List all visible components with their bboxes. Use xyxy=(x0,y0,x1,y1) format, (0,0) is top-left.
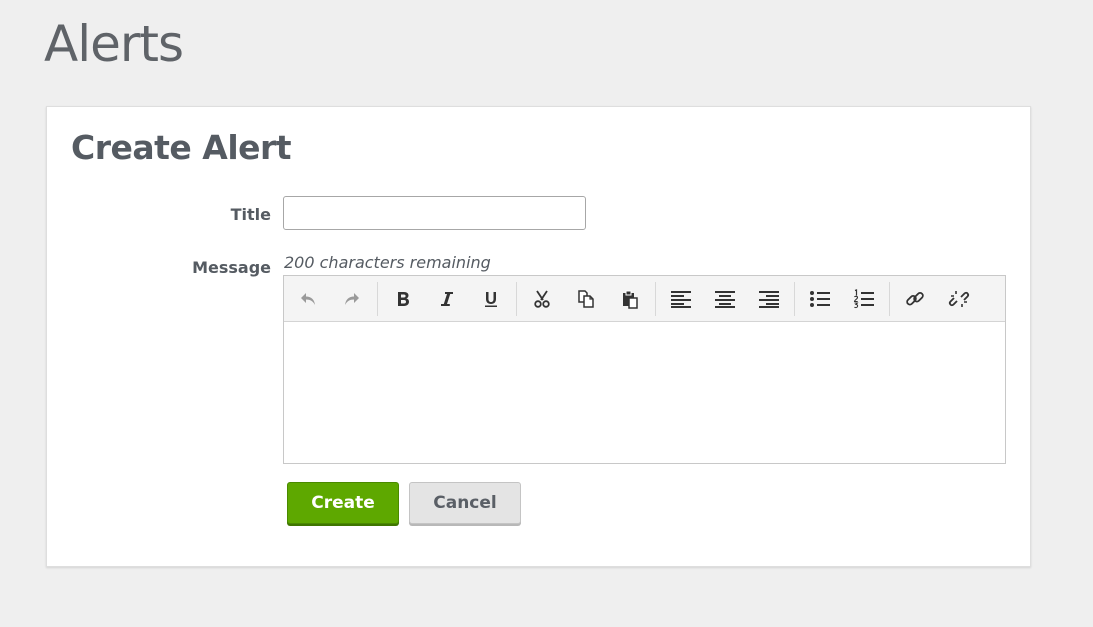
message-body-input[interactable] xyxy=(284,322,1005,463)
clipboard-group xyxy=(520,276,652,321)
paste-icon xyxy=(623,290,638,309)
align-center-icon xyxy=(715,290,735,308)
redo-icon xyxy=(345,292,359,305)
copy-button[interactable] xyxy=(564,279,608,319)
format-group xyxy=(381,276,513,321)
numbered-list-button[interactable] xyxy=(842,279,886,319)
italic-icon xyxy=(441,291,453,306)
page-title: Alerts xyxy=(44,15,184,73)
toolbar-divider xyxy=(655,281,656,316)
bold-button[interactable] xyxy=(381,279,425,319)
paste-button[interactable] xyxy=(608,279,652,319)
char-count: 200 characters remaining xyxy=(284,253,491,272)
bold-icon xyxy=(398,291,409,306)
cancel-button[interactable]: Cancel xyxy=(409,482,521,524)
toolbar-divider xyxy=(889,281,890,316)
toolbar-divider xyxy=(516,281,517,316)
align-right-icon xyxy=(759,290,779,308)
toolbar-divider xyxy=(377,281,378,316)
numbered-list-icon xyxy=(853,288,874,308)
message-label: Message xyxy=(192,258,271,277)
align-center-button[interactable] xyxy=(703,279,747,319)
link-group xyxy=(893,276,981,321)
copy-icon xyxy=(578,289,594,308)
italic-button[interactable] xyxy=(425,279,469,319)
align-left-icon xyxy=(671,290,691,308)
bullet-list-icon xyxy=(810,290,830,307)
create-button[interactable]: Create xyxy=(287,482,399,524)
editor-toolbar xyxy=(284,276,1005,322)
align-right-button[interactable] xyxy=(747,279,791,319)
cut-icon xyxy=(534,290,550,308)
form-heading: Create Alert xyxy=(71,128,292,167)
create-alert-panel: Create Alert Title Message 200 character… xyxy=(46,106,1031,567)
unlink-icon xyxy=(948,290,970,307)
history-group xyxy=(286,276,374,321)
message-editor xyxy=(283,275,1006,464)
title-label: Title xyxy=(230,205,271,224)
undo-button[interactable] xyxy=(286,279,330,319)
list-group xyxy=(798,276,886,321)
redo-button[interactable] xyxy=(330,279,374,319)
title-input[interactable] xyxy=(283,196,586,230)
cut-button[interactable] xyxy=(520,279,564,319)
unlink-button[interactable] xyxy=(937,279,981,319)
underline-icon xyxy=(485,291,497,307)
undo-icon xyxy=(301,292,315,305)
bullet-list-button[interactable] xyxy=(798,279,842,319)
link-icon xyxy=(906,291,924,305)
align-group xyxy=(659,276,791,321)
toolbar-divider xyxy=(794,281,795,316)
link-button[interactable] xyxy=(893,279,937,319)
align-left-button[interactable] xyxy=(659,279,703,319)
underline-button[interactable] xyxy=(469,279,513,319)
